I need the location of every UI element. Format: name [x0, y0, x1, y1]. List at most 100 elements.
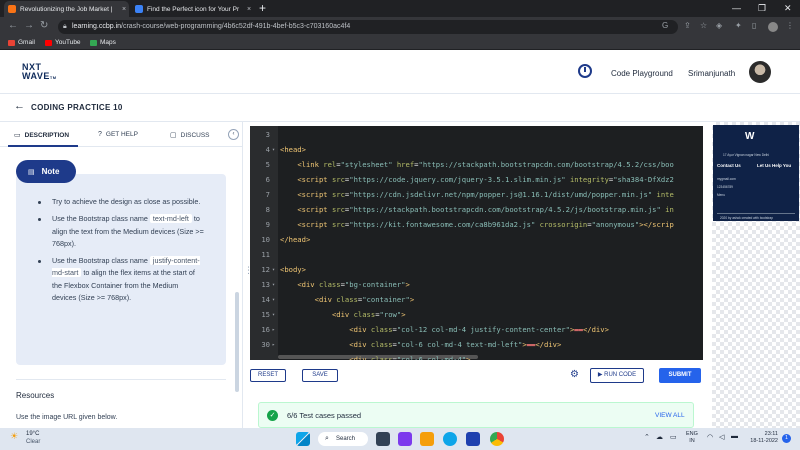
profile-avatar[interactable]	[768, 22, 778, 32]
browser-tab-2[interactable]: Find the Perfect icon for Your Pr ×	[131, 1, 254, 17]
tab-label: DESCRIPTION	[24, 131, 70, 139]
tab-description[interactable]: ▭ DESCRIPTION	[14, 131, 70, 140]
code-line[interactable]: 8 <script src="https://stackpath.bootstr…	[250, 203, 703, 217]
bookmark-maps[interactable]: Maps	[90, 39, 116, 46]
address-bar[interactable]: 🔒︎ learning.ccbp.in/crash-course/web-pro…	[58, 20, 678, 34]
chrome-icon[interactable]	[490, 432, 504, 446]
run-code-button[interactable]: ▶ RUN CODE	[590, 368, 644, 383]
close-tab-icon[interactable]: ×	[244, 6, 254, 13]
forward-icon[interactable]: →	[24, 20, 34, 31]
close-window-icon[interactable]: ✕	[784, 0, 792, 17]
cloud-icon[interactable]: ☁	[656, 433, 663, 441]
code-playground-link[interactable]: Code Playground	[611, 69, 673, 78]
taskbar-search[interactable]: ⌕ Search	[318, 432, 368, 446]
timer-icon[interactable]	[578, 64, 592, 78]
code-text: <body>	[280, 265, 306, 274]
code-text: <div class="row">	[331, 310, 406, 319]
note-text: Use the Bootstrap class name	[52, 214, 148, 224]
sidepanel-icon[interactable]: ▯	[752, 21, 756, 30]
battery-level-icon[interactable]: ▬	[731, 433, 738, 440]
note-list: Try to achieve the design as close as po…	[38, 196, 204, 309]
preview-tagline: 17 Ayur Vignan nagar New Delhi	[723, 153, 769, 157]
gmail-icon	[8, 39, 15, 46]
code-line[interactable]: <div class="col-6 col-md-4">	[250, 353, 703, 360]
reload-icon[interactable]: ↻	[40, 20, 48, 31]
code-line[interactable]: 6 <script src="https://code.jquery.com/j…	[250, 173, 703, 187]
code-line[interactable]: 5 <link rel="stylesheet" href="https://s…	[250, 158, 703, 172]
tab-title: Revolutionizing the Job Market |	[20, 5, 113, 13]
avatar[interactable]	[749, 61, 771, 83]
code-line[interactable]: 4 ▾ <head>	[250, 143, 703, 157]
tab-discuss[interactable]: ▢ DISCUSS	[170, 131, 210, 140]
extension-icon[interactable]: ◈	[716, 21, 722, 30]
star-icon[interactable]: ☆	[700, 21, 707, 30]
save-button[interactable]: SAVE	[302, 369, 338, 382]
code-line[interactable]: 3	[250, 128, 703, 142]
fold-toggle-icon[interactable]: ▾	[272, 293, 275, 307]
view-all-link[interactable]: VIEW ALL	[655, 412, 685, 419]
code-line[interactable]: 12 ▾ <body>	[250, 263, 703, 277]
menu-icon[interactable]: ⋮	[786, 21, 794, 30]
code-line[interactable]: 13 ▾ <div class="bg-container">	[250, 278, 703, 292]
new-tab-button[interactable]: +	[259, 1, 266, 15]
close-tab-icon[interactable]: ×	[119, 6, 129, 13]
battery-icon[interactable]: ▭	[670, 433, 677, 441]
temperature: 19°C	[26, 431, 40, 437]
teams-icon[interactable]	[398, 432, 412, 446]
back-icon[interactable]: ←	[8, 20, 18, 31]
wifi-icon[interactable]: ◠	[707, 433, 713, 441]
fold-toggle-icon[interactable]: ▸	[272, 323, 275, 337]
browser-tab-1[interactable]: Revolutionizing the Job Market | ×	[4, 1, 129, 17]
note-text: Use the Bootstrap class name	[52, 256, 148, 266]
panel-scrollbar[interactable]	[235, 292, 239, 392]
store-icon[interactable]	[466, 432, 480, 446]
collapse-panel-button[interactable]: ‹	[228, 129, 239, 140]
bookmark-youtube[interactable]: YouTube	[45, 39, 81, 46]
tab-get-help[interactable]: ? GET HELP	[98, 131, 138, 138]
code-line[interactable]: 9 <script src="https://kit.fontawesome.c…	[250, 218, 703, 232]
fold-toggle-icon[interactable]: ▾	[272, 308, 275, 322]
minimize-icon[interactable]: —	[732, 0, 741, 17]
fold-toggle-icon[interactable]: ▸	[272, 338, 275, 352]
line-number: 11	[261, 250, 270, 259]
task-view-icon[interactable]	[376, 432, 390, 446]
code-line[interactable]: 7 <script src="https://cdn.jsdelivr.net/…	[250, 188, 703, 202]
code-line[interactable]: 11	[250, 248, 703, 262]
bookmarks-bar: Gmail YouTube Maps	[0, 37, 800, 50]
puzzle-icon[interactable]: ✦	[735, 21, 742, 30]
notification-badge[interactable]: 1	[782, 434, 791, 443]
lock-icon[interactable]: 🔒︎	[63, 20, 67, 34]
code-line[interactable]: 14 ▾ <div class="container">	[250, 293, 703, 307]
edge-icon[interactable]	[443, 432, 457, 446]
nxtwave-logo[interactable]: NXT WAVETM	[22, 63, 57, 82]
code-line[interactable]: 10 </head>	[250, 233, 703, 247]
reset-button[interactable]: RESET	[250, 369, 286, 382]
bookmark-gmail[interactable]: Gmail	[8, 39, 35, 46]
fold-toggle-icon[interactable]: ▾	[272, 278, 275, 292]
code-editor[interactable]: 3 4 ▾ <head> 5 <link rel="stylesheet" href="…	[250, 126, 703, 360]
code-line[interactable]: 15 ▾ <div class="row">	[250, 308, 703, 322]
share-icon[interactable]: ⇪	[684, 21, 691, 30]
submit-button[interactable]: SUBMIT	[659, 368, 701, 383]
back-arrow-icon[interactable]: ←	[14, 100, 25, 112]
gear-icon[interactable]: ⚙	[570, 370, 579, 380]
volume-icon[interactable]: ◁	[719, 433, 724, 441]
code-line[interactable]: 30 ▸ <div class="col-6 col-md-4 text-md-l…	[250, 338, 703, 352]
windows-start-icon[interactable]	[296, 432, 310, 446]
fold-toggle-icon[interactable]: ▾	[272, 263, 275, 277]
output-preview[interactable]: W 17 Ayur Vignan nagar New Delhi Contact…	[712, 122, 800, 428]
system-clock[interactable]: 23:11 18-11-2022	[748, 431, 778, 445]
line-number: 4	[265, 145, 270, 154]
youtube-icon	[45, 39, 52, 46]
google-icon[interactable]: G	[662, 21, 668, 30]
browser-toolbar: ← → ↻ 🔒︎ learning.ccbp.in/crash-course/w…	[0, 17, 800, 37]
code-text: <div class="col-6 col-md-4 text-md-left"…	[349, 340, 562, 349]
fold-toggle-icon[interactable]: ▾	[272, 143, 275, 157]
file-explorer-icon[interactable]	[420, 432, 434, 446]
chevron-up-icon[interactable]: ⌃	[644, 433, 650, 441]
code-line[interactable]: 16 ▸ <div class="col-12 col-md-4 justify-…	[250, 323, 703, 337]
username[interactable]: Srimanjunath	[688, 69, 735, 78]
maximize-icon[interactable]: ❐	[758, 0, 766, 17]
language-indicator[interactable]: ENG IN	[686, 431, 698, 445]
clock-time: 23:11	[764, 431, 778, 437]
